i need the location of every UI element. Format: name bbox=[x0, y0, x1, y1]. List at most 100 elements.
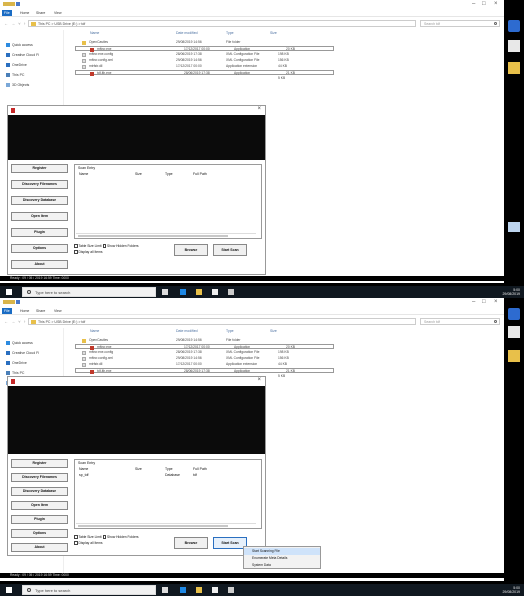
column-name[interactable]: Name bbox=[90, 31, 99, 35]
desktop-document-icon[interactable] bbox=[508, 326, 520, 338]
properties-icon[interactable] bbox=[16, 2, 20, 6]
about-button[interactable]: About bbox=[11, 260, 68, 269]
edge-icon[interactable] bbox=[180, 587, 186, 593]
menu-item-start-scanning[interactable]: Start Scanning File bbox=[244, 548, 320, 555]
windows-start-icon[interactable] bbox=[6, 587, 12, 593]
column-size[interactable]: Size bbox=[270, 329, 277, 333]
nav-3d-objects[interactable]: 3D Objects bbox=[6, 82, 29, 88]
start-scan-button[interactable]: Start Scan bbox=[213, 537, 247, 549]
open-item-button[interactable]: Open Item bbox=[11, 501, 68, 510]
file-row[interactable]: mtrfstr.dll 17/12/2017 00:00 Application e… bbox=[68, 362, 388, 367]
minimize-icon[interactable]: – bbox=[472, 1, 475, 7]
search-input[interactable]: Search tdf bbox=[420, 318, 500, 325]
file-explorer-icon[interactable] bbox=[196, 289, 202, 295]
browse-button[interactable]: Browse bbox=[174, 537, 208, 549]
nav-this-pc[interactable]: This PC bbox=[6, 72, 24, 78]
column-full-path[interactable]: Full Path bbox=[193, 172, 207, 176]
column-date[interactable]: Date modified bbox=[176, 329, 198, 333]
close-icon[interactable]: × bbox=[257, 377, 261, 383]
column-name[interactable]: Name bbox=[90, 329, 99, 333]
windows-start-icon[interactable] bbox=[6, 289, 12, 295]
quick-access-toolbar[interactable] bbox=[3, 300, 15, 304]
maximize-icon[interactable]: □ bbox=[482, 299, 486, 305]
maximize-icon[interactable]: □ bbox=[482, 1, 486, 7]
taskbar-app-icon[interactable] bbox=[228, 289, 234, 295]
desktop-folder-icon[interactable] bbox=[508, 62, 520, 74]
tab-file[interactable]: File bbox=[2, 308, 12, 314]
desktop-app-icon[interactable] bbox=[508, 20, 520, 32]
properties-icon[interactable] bbox=[16, 300, 20, 304]
nav-creative-cloud[interactable]: Creative Cloud Fi bbox=[6, 52, 39, 58]
nav-onedrive[interactable]: OneDrive bbox=[6, 360, 27, 366]
column-type[interactable]: Type bbox=[165, 172, 173, 176]
menu-item-system-data[interactable]: System Data bbox=[244, 562, 320, 569]
file-row[interactable]: 5 KB bbox=[68, 76, 388, 81]
file-row[interactable]: mftrcr.config.xml 29/08/2019 14:56 XML Con… bbox=[68, 356, 388, 361]
close-icon[interactable]: × bbox=[494, 299, 498, 305]
register-button[interactable]: Register bbox=[11, 164, 68, 173]
tab-file[interactable]: File bbox=[2, 10, 12, 16]
column-type[interactable]: Type bbox=[165, 467, 173, 471]
desktop-document-icon[interactable] bbox=[508, 40, 520, 52]
column-size[interactable]: Size bbox=[135, 467, 142, 471]
minimize-icon[interactable]: – bbox=[472, 299, 475, 305]
discovery-database-button[interactable]: Discovery Database bbox=[11, 487, 68, 496]
recycle-bin-icon[interactable] bbox=[508, 222, 520, 232]
file-row[interactable]: mftrcr.exe.config 28/06/2019 17:38 XML Con… bbox=[68, 350, 388, 355]
file-row[interactable]: tdf-lth.exe 28/06/2019 17:38 Application 21… bbox=[75, 368, 334, 374]
tab-share[interactable]: Share bbox=[34, 308, 47, 314]
column-name[interactable]: Name bbox=[79, 172, 88, 176]
table-size-limit-checkbox[interactable]: Table Size Limit Show Hidden Folders bbox=[74, 535, 139, 540]
system-tray[interactable]: 5:00 29/08/2019 bbox=[502, 586, 520, 594]
horizontal-scrollbar[interactable] bbox=[76, 523, 256, 527]
taskbar-search-input[interactable]: Type here to search bbox=[22, 287, 156, 297]
result-name[interactable]: sp_tdf bbox=[79, 473, 89, 477]
discovery-filenames-button[interactable]: Discovery Filenames bbox=[11, 180, 68, 189]
column-type[interactable]: Type bbox=[226, 329, 234, 333]
column-name[interactable]: Name bbox=[79, 467, 88, 471]
tab-home[interactable]: Home bbox=[18, 308, 31, 314]
file-explorer-icon[interactable] bbox=[196, 587, 202, 593]
address-bar[interactable]: This PC > USB Drive (E:) > tdf bbox=[28, 20, 416, 27]
horizontal-scrollbar[interactable] bbox=[76, 233, 256, 237]
taskbar-search-input[interactable]: Type here to search bbox=[22, 585, 156, 595]
file-row[interactable]: mftrcr.exe.config 28/06/2019 17:38 XML Con… bbox=[68, 52, 388, 57]
tab-view[interactable]: View bbox=[52, 308, 64, 314]
column-size[interactable]: Size bbox=[270, 31, 277, 35]
display-all-checkbox[interactable]: Display all Items bbox=[74, 541, 103, 546]
back-forward-icon[interactable]: ← → ˅ ↑ bbox=[4, 319, 27, 324]
column-type[interactable]: Type bbox=[226, 31, 234, 35]
nav-quick-access[interactable]: Quick access bbox=[6, 340, 33, 346]
column-full-path[interactable]: Full Path bbox=[193, 467, 207, 471]
file-row[interactable]: mftrcr.config.xml 29/08/2019 14:56 XML Con… bbox=[68, 58, 388, 63]
column-date[interactable]: Date modified bbox=[176, 31, 198, 35]
address-bar[interactable]: This PC > USB Drive (E:) > tdf bbox=[28, 318, 416, 325]
open-item-button[interactable]: Open Item bbox=[11, 212, 68, 221]
taskbar-app-icon[interactable] bbox=[228, 587, 234, 593]
table-size-limit-checkbox[interactable]: Table Size Limit Show Hidden Folders bbox=[74, 244, 139, 249]
store-icon[interactable] bbox=[212, 587, 218, 593]
about-button[interactable]: About bbox=[11, 543, 68, 552]
file-row[interactable]: mtrfstr.dll 17/12/2017 00:00 Application e… bbox=[68, 64, 388, 69]
file-row[interactable]: mftrcr.exe 17/12/2017 00:00 Application 20 … bbox=[75, 344, 334, 350]
search-input[interactable]: Search tdf bbox=[420, 20, 500, 27]
nav-quick-access[interactable]: Quick access bbox=[6, 42, 33, 48]
plugin-button[interactable]: Plugin bbox=[11, 228, 68, 237]
discovery-database-button[interactable]: Discovery Database bbox=[11, 196, 68, 205]
desktop-folder-icon[interactable] bbox=[508, 350, 520, 362]
menu-item-enumerate[interactable]: Enumerate Meta Details bbox=[244, 555, 320, 562]
result-type[interactable]: Database bbox=[165, 473, 180, 477]
file-row[interactable]: mftrcr.exe 17/12/2017 00:00 Application 20 … bbox=[75, 46, 334, 52]
system-tray[interactable]: 5:00 29/08/2019 bbox=[502, 288, 520, 296]
register-button[interactable]: Register bbox=[11, 459, 68, 468]
discovery-filenames-button[interactable]: Discovery Filenames bbox=[11, 473, 68, 482]
back-forward-icon[interactable]: ← → ˅ ↑ bbox=[4, 21, 27, 26]
close-icon[interactable]: × bbox=[257, 106, 261, 112]
file-row[interactable]: OpenCastles 29/08/2019 14:56 File folder bbox=[68, 338, 388, 343]
file-row[interactable]: tdf-lth.exe 28/06/2019 17:38 Application 21… bbox=[75, 70, 334, 76]
quick-access-toolbar[interactable] bbox=[3, 2, 15, 6]
browse-button[interactable]: Browse bbox=[174, 244, 208, 256]
column-size[interactable]: Size bbox=[135, 172, 142, 176]
store-icon[interactable] bbox=[212, 289, 218, 295]
close-icon[interactable]: × bbox=[494, 1, 498, 7]
